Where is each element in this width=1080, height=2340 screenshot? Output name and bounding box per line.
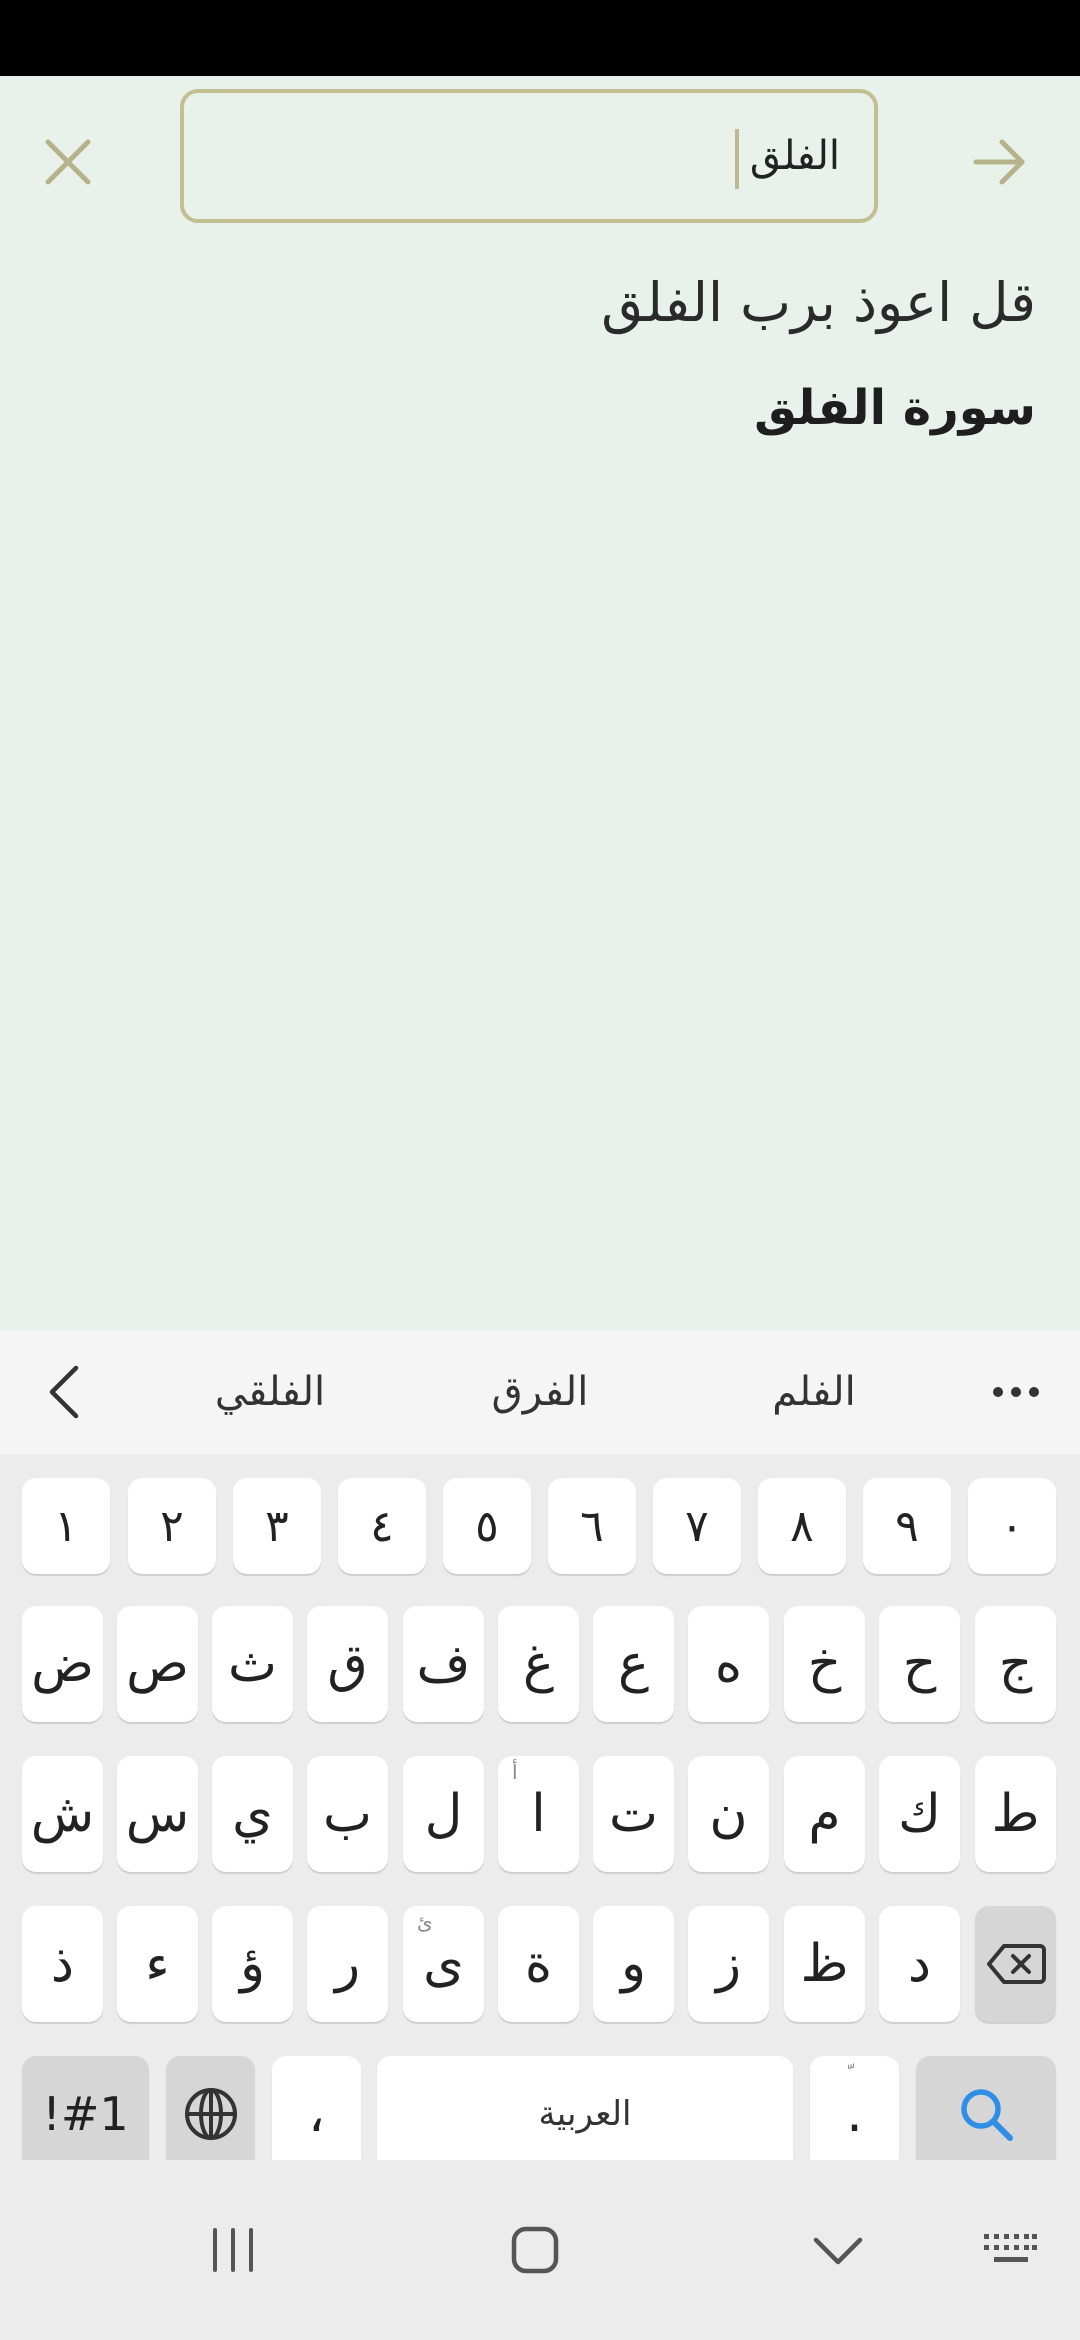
home-button[interactable] xyxy=(485,2210,585,2290)
key[interactable]: ص xyxy=(117,1606,198,1722)
key[interactable]: و xyxy=(593,1906,674,2022)
key[interactable]: ظ xyxy=(784,1906,865,2022)
key[interactable]: ي xyxy=(212,1756,293,1872)
go-button[interactable] xyxy=(962,124,1038,200)
recents-button[interactable] xyxy=(183,2210,283,2290)
key-alef-maqsura[interactable]: ئ ى xyxy=(403,1906,484,2022)
result-item[interactable]: سورة الفلق xyxy=(36,384,1036,432)
search-key[interactable] xyxy=(916,2056,1056,2172)
key[interactable]: ؤ xyxy=(212,1906,293,2022)
key[interactable]: خ xyxy=(784,1606,865,1722)
key[interactable]: ش xyxy=(22,1756,103,1872)
keyboard-switch-button[interactable] xyxy=(960,2210,1060,2290)
suggestion-item[interactable]: الفرق xyxy=(440,1360,640,1424)
symbols-key[interactable]: !#1 xyxy=(22,2056,149,2172)
key[interactable]: ق xyxy=(307,1606,388,1722)
key[interactable]: ة xyxy=(498,1906,579,2022)
key[interactable]: ء xyxy=(117,1906,198,2022)
suggestions-more-button[interactable] xyxy=(980,1352,1052,1432)
comma-key[interactable]: ، xyxy=(272,2056,361,2172)
key[interactable]: ض xyxy=(22,1606,103,1722)
key[interactable]: ٥ xyxy=(443,1478,531,1574)
key[interactable]: م xyxy=(784,1756,865,1872)
key[interactable]: ذ xyxy=(22,1906,103,2022)
text-cursor xyxy=(735,129,739,189)
key[interactable]: ٦ xyxy=(548,1478,636,1574)
status-bar xyxy=(0,0,1080,76)
key[interactable]: ل xyxy=(403,1756,484,1872)
navigation-bar xyxy=(0,2160,1080,2340)
search-input[interactable] xyxy=(184,93,874,219)
space-key[interactable]: العربية xyxy=(377,2056,793,2172)
more-horizontal-icon xyxy=(993,1387,1039,1397)
search-screen: قل اعوذ برب الفلق سورة الفلق xyxy=(0,76,1080,1330)
close-button[interactable] xyxy=(30,124,106,200)
key[interactable]: د xyxy=(879,1906,960,2022)
chevron-down-icon xyxy=(813,2237,863,2265)
suggestion-item[interactable]: الفلم xyxy=(714,1360,914,1424)
key[interactable]: ن xyxy=(688,1756,769,1872)
suggestion-bar: الفلقي الفرق الفلم xyxy=(0,1330,1080,1454)
keyboard-icon xyxy=(984,2234,1037,2262)
close-icon xyxy=(45,139,91,185)
key-alt-char: أ xyxy=(512,1760,518,1784)
backspace-key[interactable] xyxy=(975,1906,1056,2022)
back-button[interactable] xyxy=(788,2210,888,2290)
search-icon xyxy=(961,2089,1013,2141)
keyboard: ١ ٢ ٣ ٤ ٥ ٦ ٧ ٨ ٩ ٠ ض ص ث ق ف غ ع ه خ ح … xyxy=(0,1454,1080,2172)
key[interactable]: ه xyxy=(688,1606,769,1722)
key[interactable]: ث xyxy=(212,1606,293,1722)
key[interactable]: ٠ xyxy=(968,1478,1056,1574)
key[interactable]: ١ xyxy=(22,1478,110,1574)
key-alef[interactable]: أ ا xyxy=(498,1756,579,1872)
key[interactable]: ح xyxy=(879,1606,960,1722)
suggestion-item[interactable]: الفلقي xyxy=(170,1360,370,1424)
key[interactable]: ط xyxy=(975,1756,1056,1872)
key-label: . xyxy=(846,2084,863,2144)
chevron-left-icon xyxy=(49,1365,79,1419)
key[interactable]: ز xyxy=(688,1906,769,2022)
key[interactable]: ر xyxy=(307,1906,388,2022)
key[interactable]: ٨ xyxy=(758,1478,846,1574)
result-item[interactable]: قل اعوذ برب الفلق xyxy=(36,276,1036,372)
arrow-right-icon xyxy=(973,139,1025,185)
recents-icon xyxy=(213,2228,253,2272)
globe-icon xyxy=(184,2088,237,2140)
search-box[interactable] xyxy=(180,89,878,223)
period-key[interactable]: ّ . xyxy=(810,2056,899,2172)
key[interactable]: ف xyxy=(403,1606,484,1722)
key[interactable]: ٢ xyxy=(128,1478,216,1574)
suggestions-back-button[interactable] xyxy=(24,1352,104,1432)
key[interactable]: ج xyxy=(975,1606,1056,1722)
key-label: ا xyxy=(531,1784,546,1844)
backspace-icon xyxy=(986,1944,1046,1984)
key[interactable]: ٧ xyxy=(653,1478,741,1574)
key[interactable]: ب xyxy=(307,1756,388,1872)
home-icon xyxy=(511,2226,559,2274)
results-list: قل اعوذ برب الفلق سورة الفلق xyxy=(36,276,1036,433)
key[interactable]: ٩ xyxy=(863,1478,951,1574)
key[interactable]: ك xyxy=(879,1756,960,1872)
language-key[interactable] xyxy=(166,2056,255,2172)
key[interactable]: ت xyxy=(593,1756,674,1872)
key-alt-char: ئ xyxy=(417,1910,433,1934)
key[interactable]: س xyxy=(117,1756,198,1872)
key-label: ى xyxy=(423,1934,464,1994)
key[interactable]: ٤ xyxy=(338,1478,426,1574)
key[interactable]: ع xyxy=(593,1606,674,1722)
key[interactable]: غ xyxy=(498,1606,579,1722)
key[interactable]: ٣ xyxy=(233,1478,321,1574)
